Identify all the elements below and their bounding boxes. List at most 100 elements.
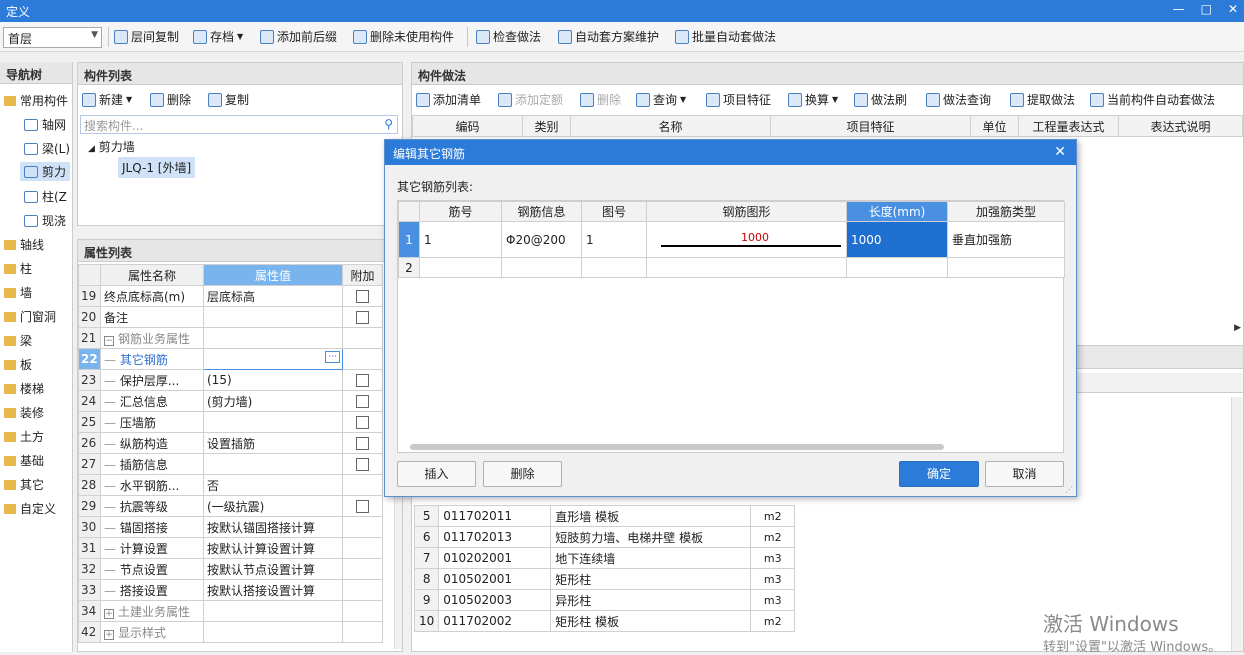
property-row[interactable]: 21− 钢筋业务属性 [78,327,383,349]
ellipsis-icon[interactable]: ··· [325,351,340,363]
method-tool-button[interactable]: 当前构件自动套做法 [1090,91,1215,108]
prop-extra[interactable] [342,537,383,559]
prop-extra[interactable] [342,495,383,517]
prop-value[interactable]: 设置插筋 [203,432,343,454]
tree-root[interactable]: ◢ 剪力墙 [88,138,135,155]
prop-value[interactable] [203,600,343,622]
nav-group[interactable]: 梁 [4,332,32,349]
method-tool-button[interactable]: 提取做法 [1010,91,1075,108]
prop-value[interactable]: (15) [203,369,343,391]
property-row[interactable]: 32— 节点设置 按默认节点设置计算 [78,558,383,580]
collapse-icon[interactable]: − [104,335,114,346]
nav-group[interactable]: 柱 [4,260,32,277]
fig-no-cell[interactable] [581,257,647,278]
batch-auto-method-button[interactable]: 批量自动套做法 [675,28,776,45]
checkbox[interactable] [356,290,369,303]
table-row[interactable]: 6 011702013 短肢剪力墙、电梯井壁 模板 m2 [413,526,796,548]
nav-group[interactable]: 自定义 [4,500,56,517]
delete-component-button[interactable]: 删除 [150,91,191,108]
method-tool-button[interactable]: 添加清单 [416,91,481,108]
prop-extra[interactable] [342,621,383,643]
tree-item-selected[interactable]: JLQ-1 [外墙] [118,157,196,178]
prop-extra[interactable] [342,474,383,496]
property-row[interactable]: 27— 插筋信息 [78,453,383,475]
property-row[interactable]: 19 终点底标高(m) 层底标高 [78,285,383,307]
bar-no-cell[interactable]: 1 [419,221,502,258]
prop-value[interactable]: 按默认锚固搭接计算 [203,516,343,538]
prop-extra[interactable] [342,390,383,412]
property-row[interactable]: 34 + 土建业务属性 [78,600,383,622]
expand-icon[interactable]: + [104,629,114,640]
prop-value[interactable]: (剪力墙) [203,390,343,412]
prop-extra[interactable] [342,579,383,601]
method-tool-button[interactable]: 做法刷 [854,91,907,108]
prop-value[interactable] [203,327,343,349]
property-row[interactable]: 25— 压墙筋 [78,411,383,433]
method-tool-button[interactable]: 删除 [580,91,621,108]
checkbox[interactable] [356,416,369,429]
property-row[interactable]: 42 + 显示样式 [78,621,383,643]
prop-value[interactable]: (一级抗震) [203,495,343,517]
nav-item-beam[interactable]: 梁(L) [24,140,70,157]
auto-scheme-button[interactable]: 自动套方案维护 [558,28,659,45]
copy-component-button[interactable]: 复制 [208,91,249,108]
method-tool-button[interactable]: 做法查询 [926,91,991,108]
copy-between-floors-button[interactable]: 层间复制 [114,28,179,45]
insert-button[interactable]: 插入 [397,461,476,487]
table-row[interactable]: 5 011702011 直形墙 模板 m2 [413,505,796,527]
cancel-button[interactable]: 取消 [985,461,1064,487]
table-row[interactable]: 7 010202001 地下连续墙 m3 [413,547,796,569]
nav-item-column[interactable]: 柱(Z [24,188,67,205]
property-row[interactable]: 20 备注 [78,306,383,328]
prop-extra[interactable] [342,516,383,538]
prop-extra[interactable] [342,348,383,370]
property-row[interactable]: 30— 锚固搭接 按默认锚固搭接计算 [78,516,383,538]
property-row[interactable]: 22— 其它钢筋 ··· [78,348,383,370]
checkbox[interactable] [356,374,369,387]
prop-value[interactable]: 层底标高 [203,285,343,307]
lower-scrollbar[interactable] [1231,397,1243,651]
rebar-row[interactable]: 2 [398,257,1065,278]
property-row[interactable]: 33— 搭接设置 按默认搭接设置计算 [78,579,383,601]
ok-button[interactable]: 确定 [899,461,979,487]
nav-group[interactable]: 楼梯 [4,380,44,397]
length-cell[interactable]: 1000 [846,221,948,258]
reinforce-type-cell[interactable]: 垂直加强筋 [947,221,1065,258]
prop-extra[interactable] [342,453,383,475]
prop-value[interactable] [203,306,343,328]
property-row[interactable]: 23— 保护层厚... (15) [78,369,383,391]
nav-group[interactable]: 墙 [4,284,32,301]
dialog-close-icon[interactable]: ✕ [1054,144,1066,160]
rebar-shape[interactable]: 1000 [651,231,842,249]
maximize-button[interactable]: □ [1201,2,1212,16]
bar-no-cell[interactable] [419,257,502,278]
length-cell[interactable] [846,257,948,278]
prop-value[interactable]: 按默认节点设置计算 [203,558,343,580]
bar-shape-cell[interactable] [646,257,847,278]
nav-item-shear-wall[interactable]: 剪力 [20,162,71,181]
delete-button[interactable]: 删除 [483,461,562,487]
property-row[interactable]: 28— 水平钢筋... 否 [78,474,383,496]
checkbox[interactable] [356,458,369,471]
prop-extra[interactable] [342,327,383,349]
nav-group[interactable]: 板 [4,356,32,373]
bar-info-cell[interactable]: Φ20@200 [501,221,582,258]
table-row[interactable]: 8 010502001 矩形柱 m3 [413,568,796,590]
fig-no-cell[interactable]: 1 [581,221,647,258]
minimize-button[interactable]: — [1173,2,1185,16]
add-prefix-suffix-button[interactable]: 添加前后缀 [260,28,337,45]
prop-value[interactable]: 按默认搭接设置计算 [203,579,343,601]
scroll-right-icon[interactable]: ▶ [1234,323,1241,333]
prop-extra[interactable] [342,432,383,454]
nav-group[interactable]: 装修 [4,404,44,421]
method-tool-button[interactable]: 项目特征 [706,91,771,108]
horizontal-scrollbar[interactable] [410,444,944,450]
property-row[interactable]: 26— 纵筋构造 设置插筋 [78,432,383,454]
method-tool-button[interactable]: 换算 ▼ [788,91,838,108]
prop-value[interactable]: 按默认计算设置计算 [203,537,343,559]
nav-group[interactable]: 土方 [4,428,44,445]
expand-icon[interactable]: + [104,608,114,619]
collapse-icon[interactable]: ◢ [88,144,95,154]
checkbox[interactable] [356,500,369,513]
reinforce-type-cell[interactable] [947,257,1065,278]
